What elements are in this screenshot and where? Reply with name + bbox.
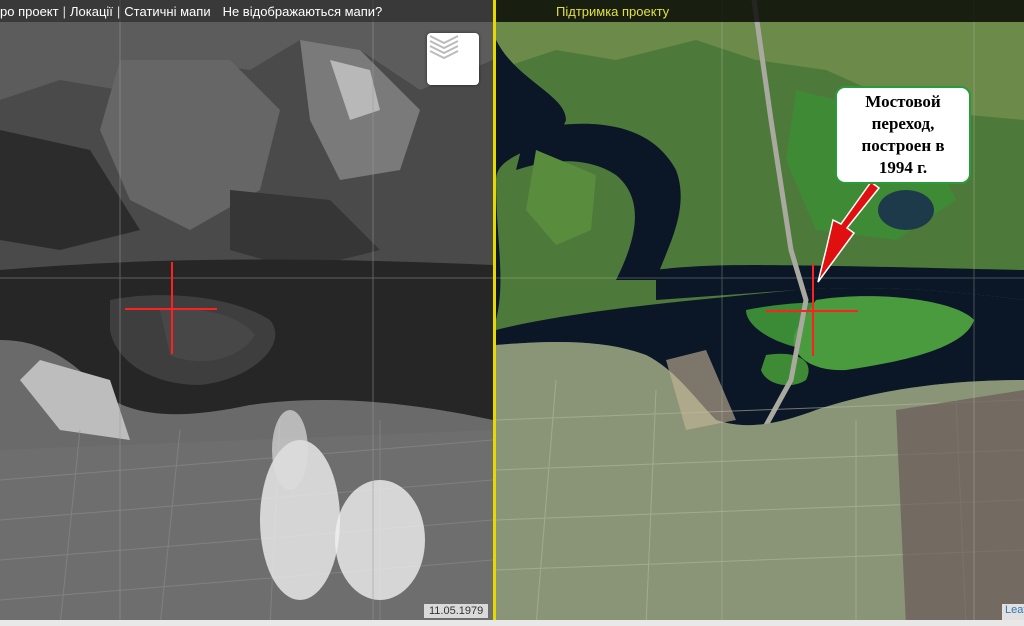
bottom-edge [0,620,1024,626]
layers-icon [429,35,459,59]
historical-satellite-image [0,0,493,626]
left-top-nav: ро проект | Локації | Статичні мапи Не в… [0,0,493,22]
nav-about-project[interactable]: ро проект [0,4,59,19]
map-attribution-link[interactable]: Leaflet [1002,604,1024,620]
nav-maps-not-showing-help[interactable]: Не відображаються мапи? [223,4,383,19]
nav-separator: | [62,3,66,19]
imagery-date-label: 11.05.1979 [424,604,489,618]
layers-button[interactable] [427,33,479,85]
bridge-callout-label: Мостовой переход, построен в 1994 г. [835,86,971,184]
nav-locations[interactable]: Локації [70,4,113,19]
support-project-link[interactable]: Підтримка проекту [556,4,669,19]
historical-map-pane[interactable]: 11.05.1979 [0,0,493,626]
right-top-nav: Підтримка проекту [496,0,1024,22]
nav-static-maps[interactable]: Статичні мапи [124,4,210,19]
nav-separator: | [116,3,121,19]
